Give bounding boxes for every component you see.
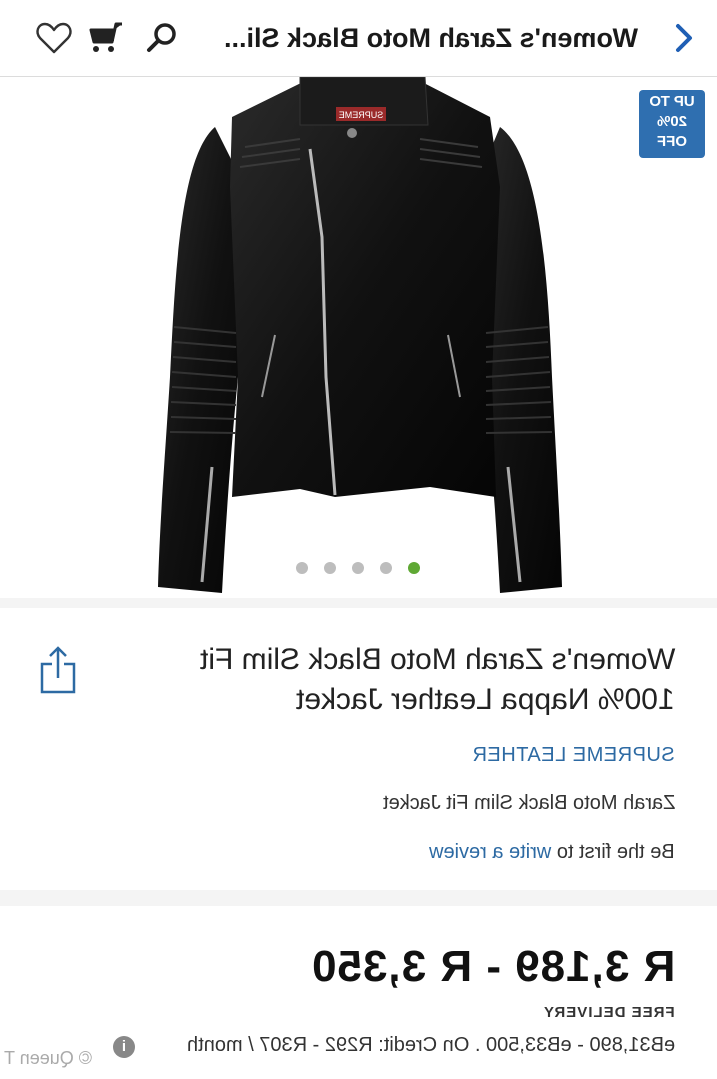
section-divider — [0, 890, 717, 906]
price-range: R 3,189 - R 3,350 — [310, 942, 675, 991]
jacket-image: SUPREME — [158, 77, 562, 593]
carousel-dot[interactable] — [324, 562, 336, 574]
discount-badge: UP TO 20% OFF — [639, 90, 705, 158]
carousel-dot[interactable] — [296, 562, 308, 574]
search-icon[interactable] — [142, 18, 182, 58]
credit-info: eB31,890 - eB33,500 . On Credit: R292 - … — [186, 1034, 675, 1056]
carousel-dot[interactable] — [352, 562, 364, 574]
section-divider — [0, 598, 717, 608]
share-icon[interactable] — [38, 644, 78, 696]
delivery-label: FREE DELIVERY — [543, 1004, 675, 1021]
back-chevron-icon[interactable] — [664, 18, 704, 58]
carousel-dot-active[interactable] — [408, 562, 420, 574]
carousel-dot[interactable] — [380, 562, 392, 574]
heart-icon[interactable] — [34, 18, 74, 58]
product-subtitle: Zarah Moto Black Slim Fit Jacket — [382, 792, 675, 814]
top-bar: Women's Zarah Moto Black Sli... — [0, 0, 717, 77]
product-title: Women's Zarah Moto Black Slim Fit 100% N… — [199, 643, 675, 716]
page-title: Women's Zarah Moto Black Sli... — [223, 23, 638, 53]
product-info-section: Women's Zarah Moto Black Slim Fit 100% N… — [0, 608, 717, 890]
carousel-dots[interactable] — [296, 562, 426, 576]
price-section: R 3,189 - R 3,350 FREE DELIVERY eB31,890… — [0, 906, 717, 1079]
write-review-link[interactable]: write a review — [429, 841, 551, 863]
review-line: Be the first to write a review — [429, 841, 675, 863]
cart-icon[interactable] — [86, 18, 126, 58]
product-image-carousel[interactable]: SUPREME — [0, 77, 717, 598]
svg-text:SUPREME: SUPREME — [339, 110, 384, 120]
watermark: © Queen T — [4, 1048, 92, 1068]
info-icon[interactable]: i — [113, 1036, 135, 1058]
brand-link[interactable]: SUPREME LEATHER — [472, 744, 675, 767]
